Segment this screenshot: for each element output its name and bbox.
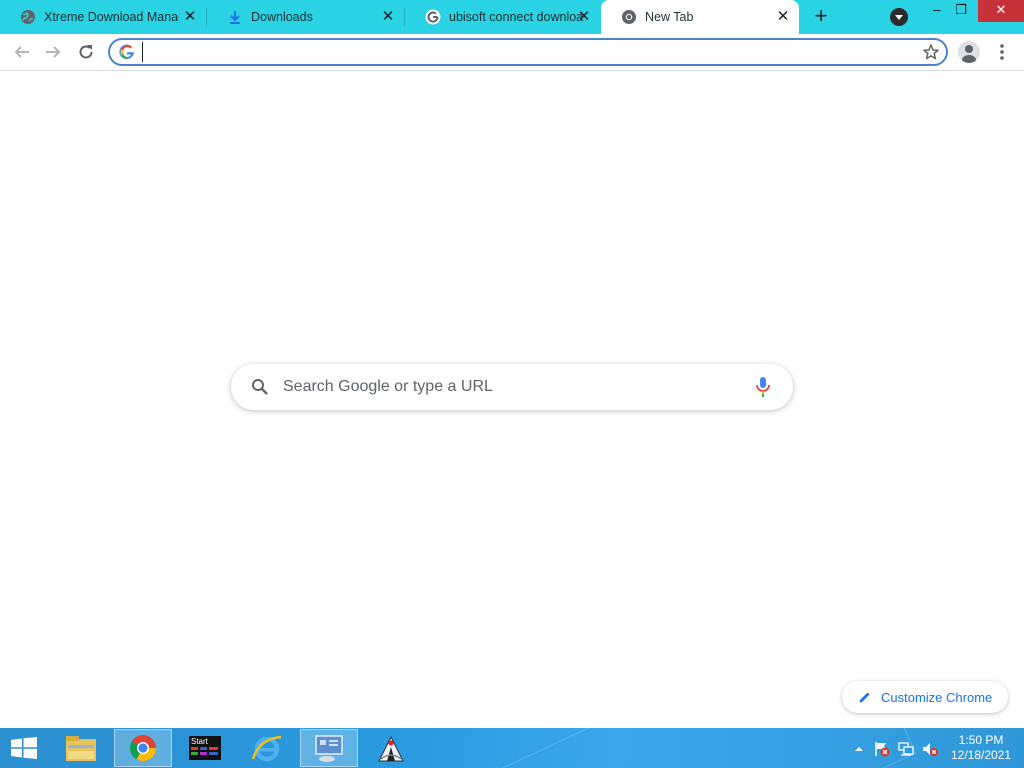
tab-title: ubisoft connect downloa — [449, 10, 584, 24]
show-hidden-icons-icon[interactable] — [851, 741, 867, 757]
clock-time: 1:50 PM — [958, 733, 1004, 747]
action-center-flag-icon[interactable] — [874, 741, 890, 757]
chrome-menu-button[interactable] — [996, 42, 1008, 62]
taskbar-clock[interactable]: 1:50 PM 12/18/2021 — [944, 733, 1018, 763]
profile-button[interactable] — [958, 41, 980, 63]
google-icon — [425, 9, 441, 25]
avatar-icon — [962, 45, 976, 63]
bookmark-star-icon[interactable] — [922, 43, 940, 61]
google-search-box[interactable] — [231, 364, 793, 410]
close-window-button[interactable]: ✕ — [978, 0, 1024, 22]
forward-button[interactable] — [40, 39, 66, 65]
new-tab-page: Customize Chrome — [0, 72, 1024, 728]
taskbar-file-explorer[interactable] — [52, 729, 110, 767]
tab-close-button[interactable]: ✕ — [182, 9, 198, 25]
tab-search-button[interactable] — [890, 8, 908, 26]
taskbar-internet-explorer[interactable] — [238, 729, 296, 767]
google-g-icon — [119, 44, 134, 60]
file-explorer-icon — [66, 736, 96, 761]
control-panel-icon — [315, 735, 343, 762]
taskbar-control-panel[interactable] — [300, 729, 358, 767]
taskbar-start-app[interactable]: Start — [176, 729, 234, 767]
tab-downloads[interactable]: Downloads ✕ — [207, 0, 404, 34]
customize-chrome-label: Customize Chrome — [881, 689, 993, 705]
new-tab-button[interactable]: + — [809, 5, 833, 29]
pencil-icon — [859, 692, 870, 703]
start-tile-label: Start — [191, 737, 209, 746]
taskbar-chrome[interactable] — [114, 729, 172, 767]
network-icon[interactable] — [898, 741, 914, 757]
forward-arrow-icon — [46, 46, 61, 58]
start-app-icon: Start — [189, 736, 221, 760]
tab-title: New Tab — [645, 10, 694, 24]
java-app-icon — [378, 735, 404, 762]
reload-button[interactable] — [73, 39, 99, 65]
browser-toolbar — [0, 34, 1024, 71]
tab-close-button[interactable]: ✕ — [775, 9, 791, 25]
tab-title: Xtreme Download Manag — [44, 10, 179, 24]
taskbar-java-app[interactable] — [362, 729, 420, 767]
customize-chrome-button[interactable]: Customize Chrome — [842, 681, 1008, 713]
microphone-icon[interactable] — [754, 376, 772, 398]
search-icon — [252, 379, 268, 395]
address-input[interactable] — [142, 42, 902, 62]
tab-ubisoft-search[interactable]: ubisoft connect downloa ✕ — [405, 0, 600, 34]
tab-close-button[interactable]: ✕ — [576, 9, 592, 25]
tab-strip: Xtreme Download Manag ✕ Downloads ✕ ubis… — [0, 0, 1024, 34]
back-button[interactable] — [9, 39, 35, 65]
tab-xtreme-download-manager[interactable]: Xtreme Download Manag ✕ — [0, 0, 206, 34]
internet-explorer-icon — [251, 735, 282, 762]
search-input[interactable] — [283, 376, 733, 398]
restore-button[interactable]: ❐ — [946, 0, 976, 22]
back-arrow-icon — [14, 46, 29, 58]
windows-taskbar: Start 1:50 PM 12/18/2021 — [0, 728, 1024, 768]
chrome-icon — [622, 10, 636, 24]
tab-title: Downloads — [251, 10, 313, 24]
tab-new-tab[interactable]: New Tab ✕ — [601, 0, 799, 34]
chrome-icon — [129, 735, 157, 762]
reload-icon — [79, 45, 93, 59]
globe-icon — [21, 10, 35, 24]
more-vert-icon — [1000, 44, 1004, 60]
clock-date: 12/18/2021 — [950, 748, 1012, 762]
windows-start-icon[interactable] — [10, 737, 38, 759]
address-bar[interactable] — [108, 38, 948, 66]
download-icon — [230, 11, 240, 24]
volume-muted-icon[interactable] — [922, 741, 938, 757]
tab-close-button[interactable]: ✕ — [380, 9, 396, 25]
